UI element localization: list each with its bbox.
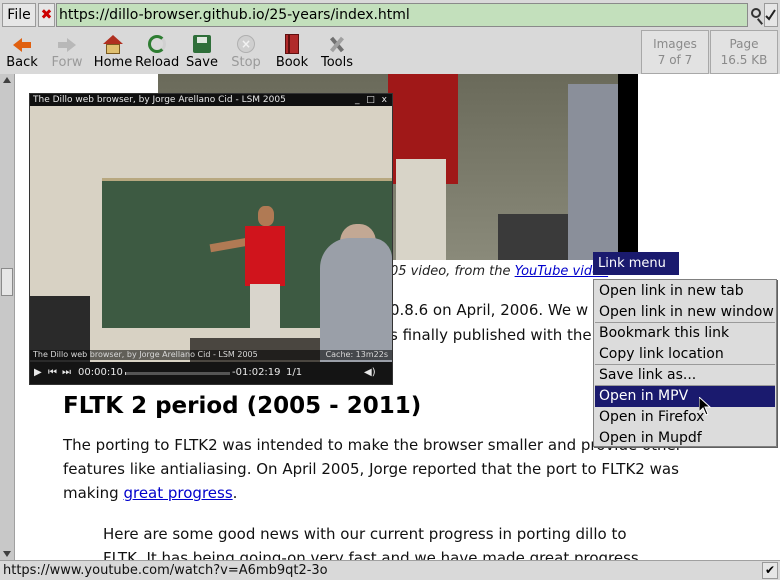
page-label: Page — [729, 37, 759, 51]
tools-icon — [326, 34, 348, 54]
mpv-player-window[interactable]: The Dillo web browser, by Jorge Arellano… — [29, 93, 393, 385]
video-caption: 05 video, from the YouTube video — [390, 264, 608, 279]
url-input[interactable]: https://dillo-browser.github.io/25-years… — [56, 3, 748, 27]
book-icon — [281, 34, 303, 54]
caption-text: 05 video, from the — [390, 264, 515, 279]
mpv-cache-status: Cache: 13m22s — [325, 350, 388, 359]
save-label: Save — [186, 55, 218, 70]
page-size-indicator[interactable]: Page 16.5 KB — [710, 30, 778, 74]
menu-item-bookmark[interactable]: Bookmark this link — [595, 323, 775, 344]
play-icon[interactable]: ▶ — [34, 362, 42, 384]
stop-button[interactable]: × Stop — [226, 32, 266, 72]
images-value: 7 of 7 — [657, 53, 693, 67]
bug-meter-icon[interactable]: ✔ — [762, 562, 778, 579]
reload-label: Reload — [135, 55, 180, 70]
scroll-up-icon[interactable] — [3, 77, 11, 83]
tools-label: Tools — [320, 55, 354, 70]
toolbar: Back Forw Home Reload Save × Stop Book T… — [0, 30, 780, 74]
help-button[interactable] — [764, 3, 778, 27]
great-progress-link[interactable]: great progress — [123, 484, 232, 502]
mpv-controls: ▶ ⏮ ⏭ 00:00:10 -01:02:19 1/1 ◀) — [30, 362, 392, 384]
quote-line: FLTK. It has being going-on very fast an… — [103, 549, 639, 560]
back-button[interactable]: Back — [2, 32, 42, 72]
volume-icon[interactable]: ◀) — [364, 362, 376, 384]
stop-label: Stop — [231, 55, 261, 70]
home-label: Home — [93, 55, 133, 70]
paragraph-line: 0.8.6 on April, 2006. We w — [390, 301, 589, 319]
save-disk-icon — [191, 34, 213, 54]
chapter-counter: 1/1 — [286, 367, 303, 378]
mpv-video-frame[interactable] — [30, 106, 392, 362]
scrollbar-thumb[interactable] — [1, 268, 13, 296]
body-text-line: The porting to FLTK2 was intended to mak… — [63, 436, 682, 454]
search-icon[interactable] — [750, 3, 764, 27]
link-context-menu: Open link in new tab Open link in new wi… — [593, 279, 777, 447]
menu-item-open-new-window[interactable]: Open link in new window — [595, 302, 775, 323]
vertical-scrollbar[interactable] — [0, 74, 15, 560]
reload-button[interactable]: Reload — [135, 32, 179, 72]
bookmarks-button[interactable]: Book — [272, 32, 312, 72]
body-text-line: making great progress. — [63, 484, 237, 502]
status-bar: https://www.youtube.com/watch?v=A6mb9qt2… — [0, 560, 780, 580]
forward-button[interactable]: Forw — [46, 32, 88, 72]
next-icon[interactable]: ⏭ — [62, 362, 71, 384]
back-label: Back — [6, 55, 38, 70]
paragraph-line: s finally published with the — [390, 326, 592, 344]
menu-item-save-link[interactable]: Save link as... — [595, 365, 775, 386]
save-button[interactable]: Save — [182, 32, 222, 72]
scroll-down-icon[interactable] — [3, 551, 11, 557]
tools-button[interactable]: Tools — [317, 32, 357, 72]
clear-url-button[interactable]: ✖ — [38, 3, 55, 27]
menu-item-open-mupdf[interactable]: Open in Mupdf — [595, 428, 775, 449]
home-icon — [102, 34, 124, 54]
menu-item-copy-location[interactable]: Copy link location — [595, 344, 775, 365]
forward-label: Forw — [51, 55, 83, 70]
forward-arrow-icon — [56, 34, 78, 54]
status-link-url: https://www.youtube.com/watch?v=A6mb9qt2… — [3, 563, 328, 578]
stop-icon: × — [235, 34, 257, 54]
section-heading: FLTK 2 period (2005 - 2011) — [63, 393, 422, 419]
page-value: 16.5 KB — [720, 53, 768, 67]
body-text-line: features like antialiasing. On April 200… — [63, 460, 679, 478]
menu-item-open-mpv[interactable]: Open in MPV — [595, 386, 775, 407]
time-elapsed: 00:00:10 — [78, 367, 123, 378]
menu-item-open-new-tab[interactable]: Open link in new tab — [595, 281, 775, 302]
images-counter[interactable]: Images 7 of 7 — [641, 30, 709, 74]
home-button[interactable]: Home — [92, 32, 134, 72]
mpv-window-buttons[interactable]: _ □ x — [355, 94, 389, 106]
body-text: . — [232, 484, 238, 502]
menu-item-open-firefox[interactable]: Open in Firefox — [595, 407, 775, 428]
mpv-window-title: The Dillo web browser, by Jorge Arellano… — [30, 94, 392, 106]
body-text: making — [63, 484, 124, 502]
quote-line: Here are some good news with our current… — [103, 525, 627, 543]
reload-icon — [146, 34, 168, 54]
back-arrow-icon — [11, 34, 33, 54]
url-bar-row: File ✖ https://dillo-browser.github.io/2… — [0, 0, 780, 30]
images-label: Images — [653, 37, 697, 51]
previous-icon[interactable]: ⏮ — [48, 362, 57, 384]
link-menu-title: Link menu — [593, 252, 679, 275]
time-remaining: -01:02:19 — [232, 367, 281, 378]
mpv-seek-bar[interactable] — [125, 372, 230, 375]
file-menu-button[interactable]: File — [2, 3, 36, 27]
book-label: Book — [275, 55, 309, 70]
